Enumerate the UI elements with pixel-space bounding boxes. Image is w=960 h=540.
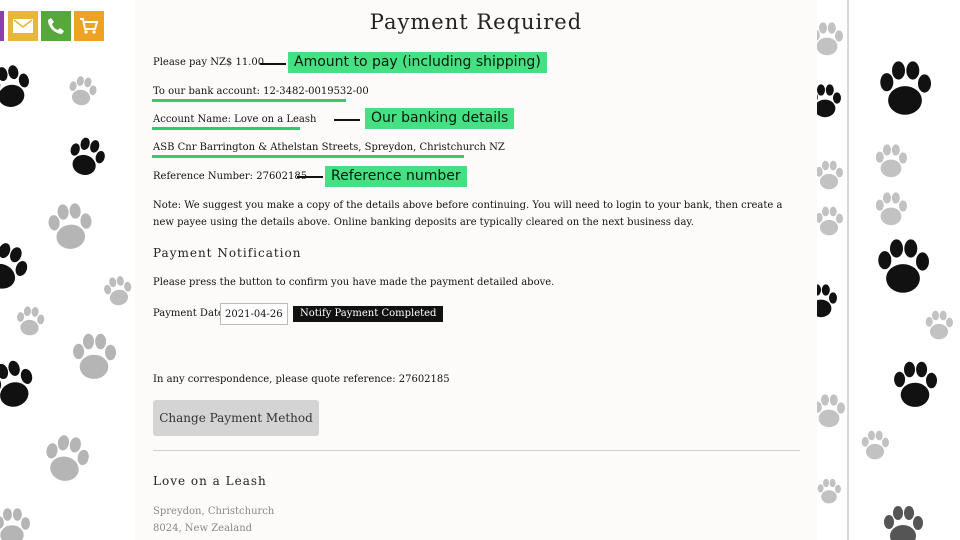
payment-notification-heading: Payment Notification xyxy=(153,246,302,260)
cart-icon[interactable] xyxy=(74,11,104,41)
footer-address-line1: Spreydon, Christchurch xyxy=(153,506,275,517)
right-edge-divider xyxy=(847,0,849,540)
banking-callout-connector xyxy=(334,119,360,121)
bank-account-highlight xyxy=(152,99,346,102)
paw-pattern-right xyxy=(817,22,953,540)
bank-branch-highlight xyxy=(152,155,464,158)
footer-business-name: Love on a Leash xyxy=(153,474,267,488)
banking-details-callout: Our banking details xyxy=(365,108,515,129)
paw-background-left xyxy=(0,0,135,540)
footer-divider xyxy=(153,450,800,451)
bank-account-line: To our bank account: 12-3482-0019532-00 xyxy=(153,86,369,97)
amount-callout: Amount to pay (including shipping) xyxy=(288,52,547,73)
account-name-line: Account Name: Love on a Leash xyxy=(153,114,317,125)
paw-pattern-left xyxy=(0,62,135,540)
page-title: Payment Required xyxy=(369,10,583,34)
reference-callout: Reference number xyxy=(325,166,467,187)
bank-branch-line: ASB Cnr Barrington & Athelstan Streets, … xyxy=(153,142,505,153)
payment-note: Note: We suggest you make a copy of the … xyxy=(153,200,783,228)
contact-icon-bar xyxy=(0,11,104,41)
phone-icon[interactable] xyxy=(41,11,71,41)
account-name-highlight xyxy=(152,127,300,130)
footer-address-line2: 8024, New Zealand xyxy=(153,523,253,534)
payment-date-input[interactable] xyxy=(220,303,288,325)
payment-panel: Payment Required Please pay NZ$ 11.00 Am… xyxy=(135,0,817,540)
notify-payment-button[interactable]: Notify Payment Completed xyxy=(293,306,444,322)
amount-to-pay-line: Please pay NZ$ 11.00 xyxy=(153,57,265,68)
amount-callout-connector xyxy=(260,63,286,65)
notification-instruction: Please press the button to confirm you h… xyxy=(153,277,555,288)
correspondence-reference: In any correspondence, please quote refe… xyxy=(153,374,450,385)
payment-date-label: Payment Date: xyxy=(153,308,228,319)
reference-number-line: Reference Number: 27602185 xyxy=(153,171,308,182)
change-payment-method-button[interactable]: Change Payment Method xyxy=(153,400,319,436)
paw-background-right xyxy=(817,0,960,540)
mail-icon[interactable] xyxy=(8,11,38,41)
reference-callout-connector xyxy=(297,176,323,178)
contact-strip xyxy=(0,11,4,41)
